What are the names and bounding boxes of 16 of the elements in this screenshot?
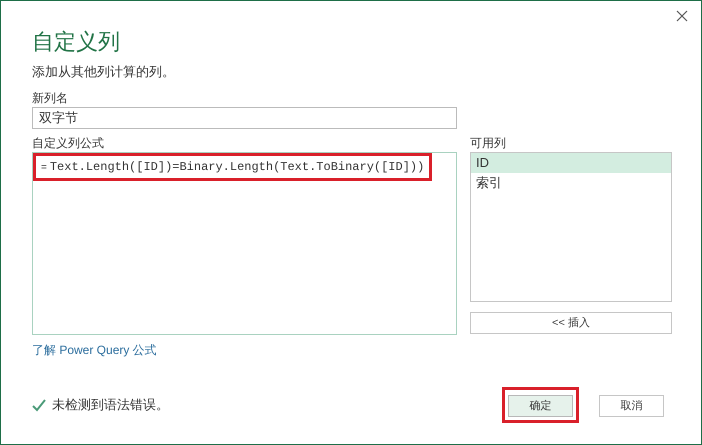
formula-field[interactable]: = Text.Length([ID])=Binary.Length(Text.ToBinary([ID])) [32, 152, 457, 335]
column-name-field[interactable]: 双字节 [32, 107, 457, 129]
field-label: 自定义列公式 [32, 135, 105, 152]
formula-text: Text.Length([ID])=Binary.Length(Text.ToBinary([ID])) [50, 159, 424, 176]
dialog-subtitle: 添加从其他列计算的列。 [32, 63, 176, 81]
status-message: 未检测到语法错误。 [52, 396, 169, 414]
dialog-title: 自定义列 [32, 28, 121, 56]
field-label: 可用列 [470, 135, 507, 152]
close-icon [676, 10, 688, 22]
column-list-item[interactable]: ID [471, 153, 671, 173]
cancel-button[interactable]: 取消 [599, 395, 664, 418]
insert-button[interactable]: << 插入 [470, 312, 672, 334]
ok-button[interactable]: 确定 [508, 395, 573, 418]
field-label: 新列名 [32, 90, 69, 107]
learn-link[interactable]: 了解 Power Query 公式 [32, 341, 157, 359]
equals-sign: = [41, 160, 47, 174]
